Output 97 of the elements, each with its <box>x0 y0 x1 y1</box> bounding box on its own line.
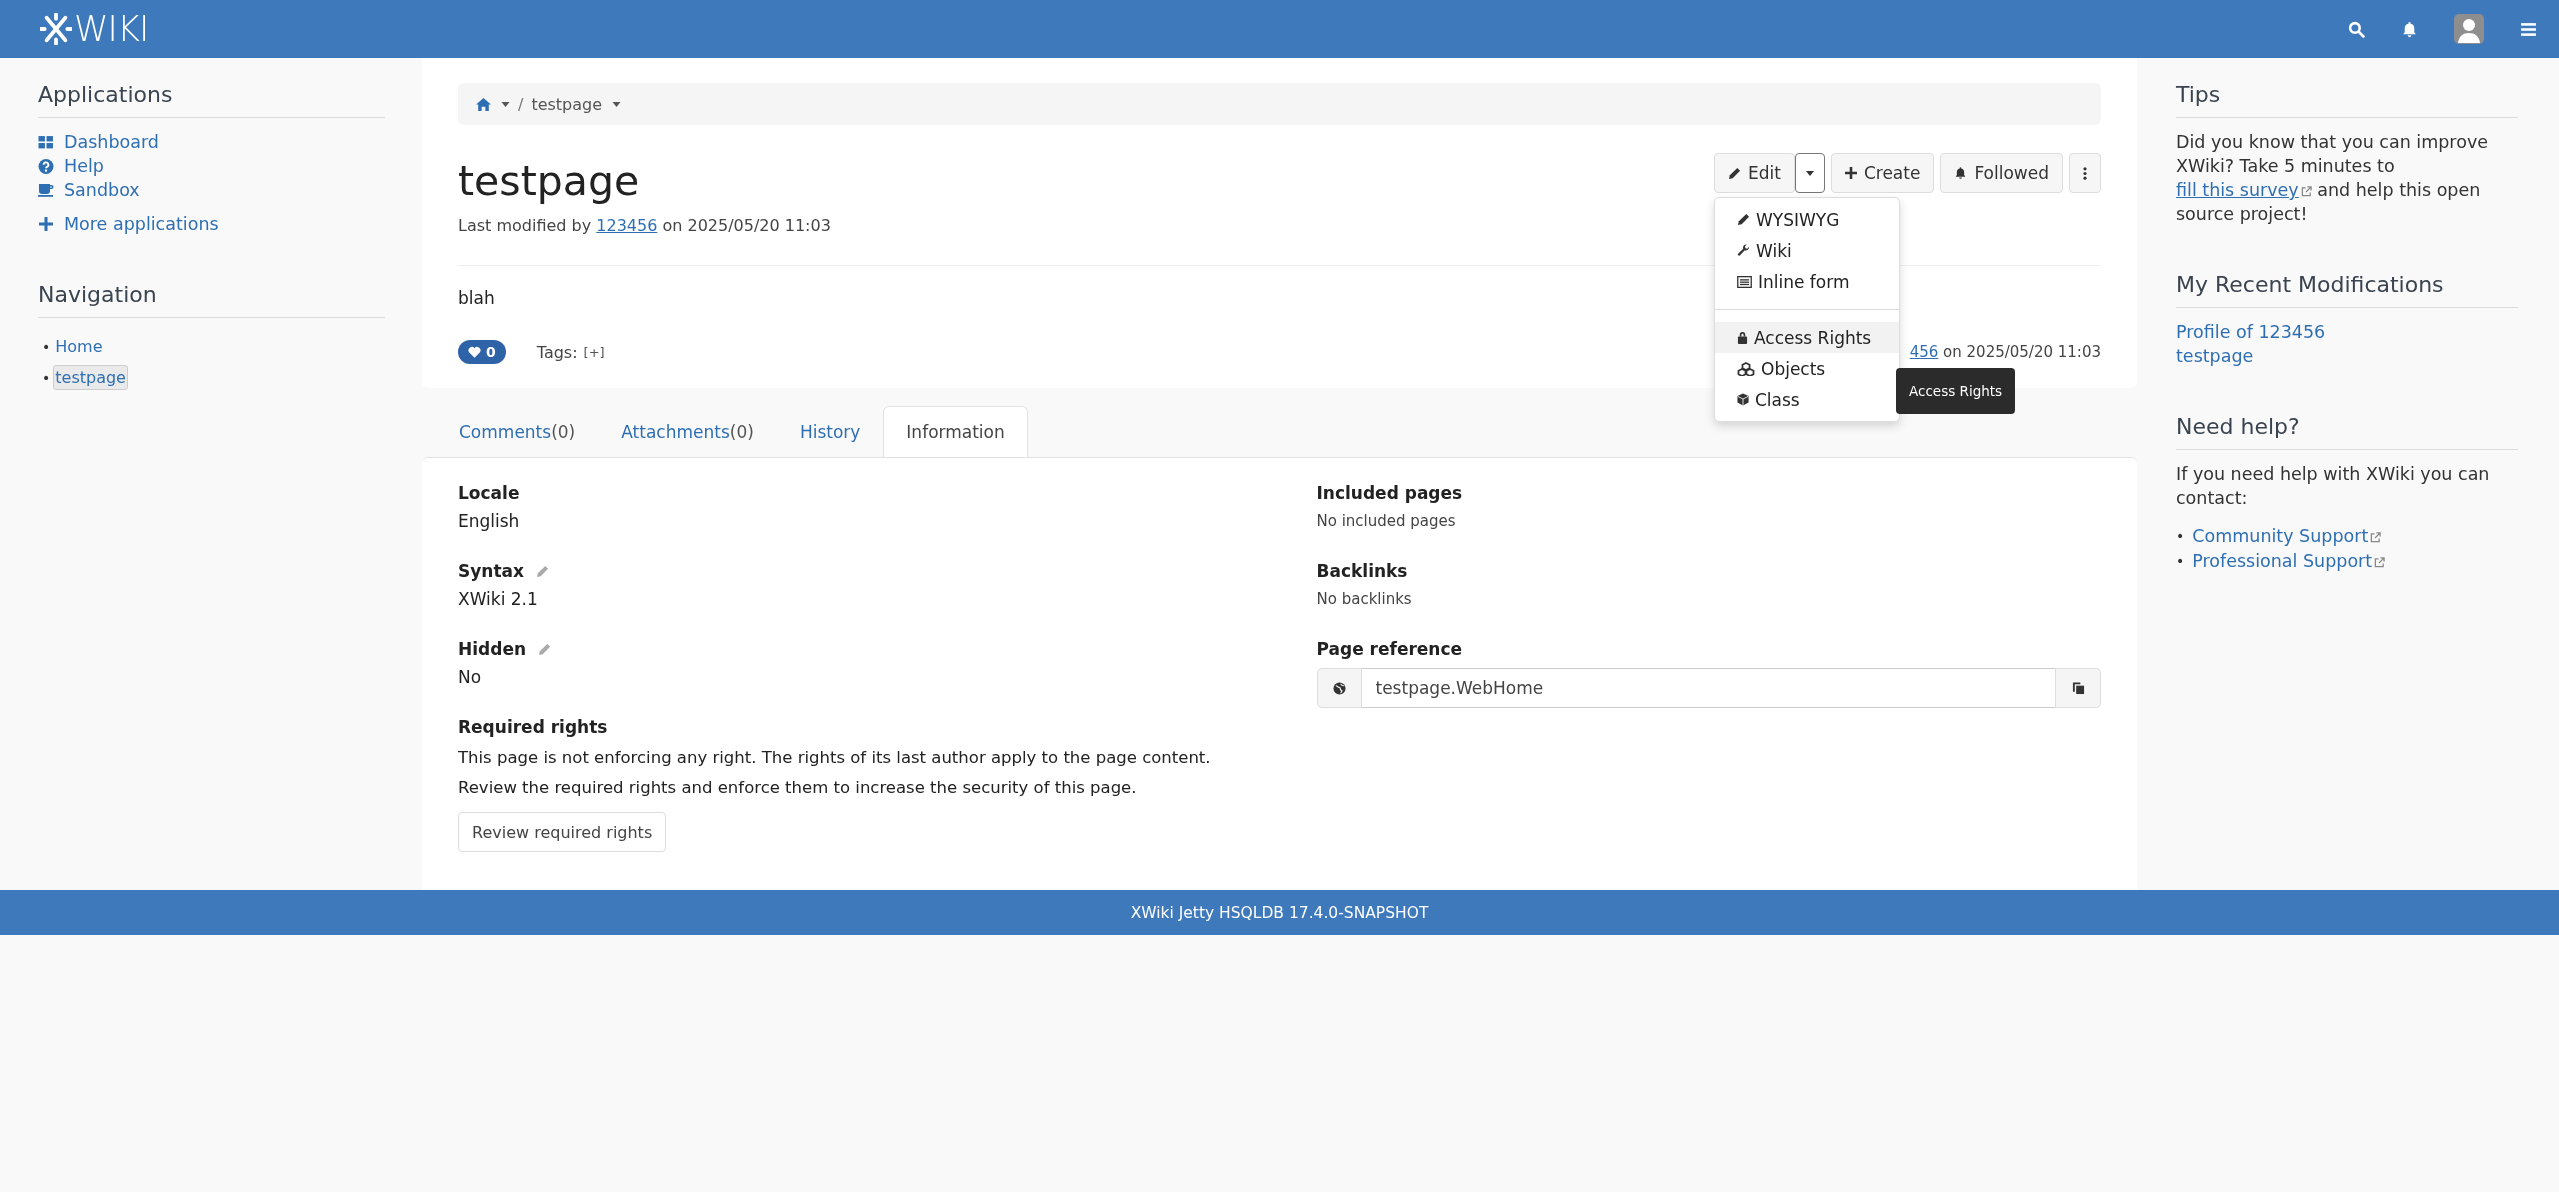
tab[interactable]: Comments(0) <box>436 406 599 458</box>
bullet: • <box>42 338 51 355</box>
required-rights-text: Review the required rights and enforce them to increase the security of this page. <box>458 777 1138 800</box>
breadcrumb-item[interactable]: testpage <box>531 94 603 114</box>
recent-modification-link[interactable]: testpage <box>2176 344 2518 368</box>
pencil-icon[interactable] <box>538 642 552 656</box>
tab[interactable]: Attachments(0) <box>598 406 777 458</box>
lock-icon <box>1737 331 1748 344</box>
last-modified-text: Last modified by 123456 on 2025/05/20 11:03 <box>458 216 831 236</box>
panel-title: Need help? <box>2176 414 2518 450</box>
review-required-rights-button[interactable]: Review required rights <box>458 812 667 853</box>
action-button[interactable]: Create <box>1830 153 1935 193</box>
version-text: XWiki Jetty HSQLDB 17.4.0-SNAPSHOT <box>1130 903 1429 922</box>
menu-item[interactable]: Access Rights <box>1715 322 1899 353</box>
tooltip: Access Rights <box>1896 368 2016 414</box>
cubes-icon <box>1737 361 1755 376</box>
caret-icon[interactable] <box>501 101 510 107</box>
recent-modification-link[interactable]: Profile of 123456 <box>2176 320 2518 344</box>
bell-icon[interactable] <box>2401 20 2418 38</box>
external-link-icon <box>2374 557 2386 568</box>
menu-item[interactable]: Wiki <box>1715 235 1899 266</box>
cube-icon <box>1737 393 1749 406</box>
field-label: Included pages <box>1316 482 1464 506</box>
application-link[interactable]: Dashboard <box>64 132 159 152</box>
support-link[interactable]: Community Support <box>2192 524 2382 549</box>
copy-icon <box>2071 681 2085 696</box>
application-link[interactable]: Help <box>64 156 104 176</box>
like-button[interactable]: 0 <box>458 340 506 365</box>
field-label: Syntax <box>458 560 524 584</box>
field-label: Page reference <box>1316 638 1464 662</box>
pencil-icon[interactable] <box>536 564 549 578</box>
field-label: Required rights <box>458 716 609 740</box>
navigation-tree-item[interactable]: Home <box>53 334 105 359</box>
panel-title: My Recent Modifications <box>2176 272 2518 308</box>
menu-item[interactable]: Class <box>1715 384 1899 415</box>
field-value: No <box>458 666 483 690</box>
action-button[interactable]: Edit <box>1714 153 1795 193</box>
support-link[interactable]: Professional Support <box>2192 549 2386 574</box>
pencil-icon <box>1737 213 1750 226</box>
copy-button[interactable] <box>2055 668 2101 709</box>
action-button[interactable]: Followed <box>1940 153 2063 193</box>
home-icon[interactable] <box>476 97 491 111</box>
plus-icon <box>38 217 54 231</box>
panel-title: Navigation <box>38 282 385 318</box>
bell-icon <box>1954 166 1968 180</box>
panel-title: Tips <box>2176 82 2518 118</box>
tab[interactable]: History <box>776 406 884 458</box>
author-link[interactable]: 456 <box>1909 343 1939 362</box>
field-label: Hidden <box>458 638 527 662</box>
user-avatar-icon[interactable] <box>2454 14 2484 44</box>
more-applications-link[interactable]: More applications <box>64 214 219 234</box>
application-link[interactable]: Sandbox <box>64 180 140 200</box>
search-icon[interactable] <box>2348 20 2365 38</box>
external-link-icon <box>2300 186 2312 197</box>
tab[interactable]: Information <box>883 406 1028 458</box>
help-icon <box>38 158 54 174</box>
field-value: No included pages <box>1316 511 1457 533</box>
grid-icon <box>38 134 54 150</box>
wrench-icon <box>1737 244 1750 257</box>
author-link[interactable]: 123456 <box>596 216 658 236</box>
menu-item[interactable]: Objects <box>1715 353 1899 384</box>
tags-label: Tags: <box>536 342 578 362</box>
tip-text: Did you know that you can improve XWiki? Take 5 minutes to fill this survey and help this open source project! <box>2176 131 2489 226</box>
plus-icon <box>1844 167 1857 179</box>
breadcrumb-separator: / <box>518 94 524 114</box>
external-link-icon <box>2370 532 2382 543</box>
field-value: XWiki 2.1 <box>458 588 539 612</box>
field-label: Backlinks <box>1316 560 1409 584</box>
bullet: • <box>42 369 51 386</box>
coffee-cup-icon <box>38 183 54 197</box>
add-tag-link[interactable]: [+] <box>583 344 605 360</box>
globe-icon <box>1332 681 1346 695</box>
menu-item[interactable]: WYSIWYG <box>1715 204 1899 235</box>
panel-title: Applications <box>38 82 385 118</box>
field-value: English <box>458 510 521 534</box>
caret-icon[interactable] <box>612 101 622 107</box>
last-modified-text: 456 on 2025/05/20 11:03 <box>1909 343 2101 362</box>
survey-link[interactable]: fill this survey <box>2176 180 2312 200</box>
caret-icon <box>1805 170 1814 176</box>
required-rights-text: This page is not enforcing any right. The rights of its last author apply to the page content. <box>458 747 1212 770</box>
page-content-text: blah <box>458 288 496 309</box>
edit-dropdown-toggle[interactable] <box>1794 153 1825 193</box>
heart-icon <box>468 346 481 359</box>
form-icon <box>1737 275 1752 288</box>
bullet: • <box>2176 552 2185 571</box>
field-value: No backlinks <box>1316 589 1413 611</box>
menu-item[interactable]: Inline form <box>1715 266 1899 297</box>
help-text: If you need help with XWiki you can contact: <box>2176 463 2491 510</box>
page-title: testpage <box>458 157 641 207</box>
field-label: Locale <box>458 482 520 506</box>
page-reference-field[interactable]: testpage.WebHome <box>1361 668 2055 709</box>
navigation-tree-item[interactable]: testpage <box>53 365 128 390</box>
pencil-icon <box>1728 166 1741 180</box>
menu-icon[interactable] <box>2520 20 2537 38</box>
vertical-dots-icon <box>2083 166 2087 180</box>
bullet: • <box>2176 527 2185 546</box>
xwiki-logo[interactable]: WIKI <box>40 9 149 49</box>
